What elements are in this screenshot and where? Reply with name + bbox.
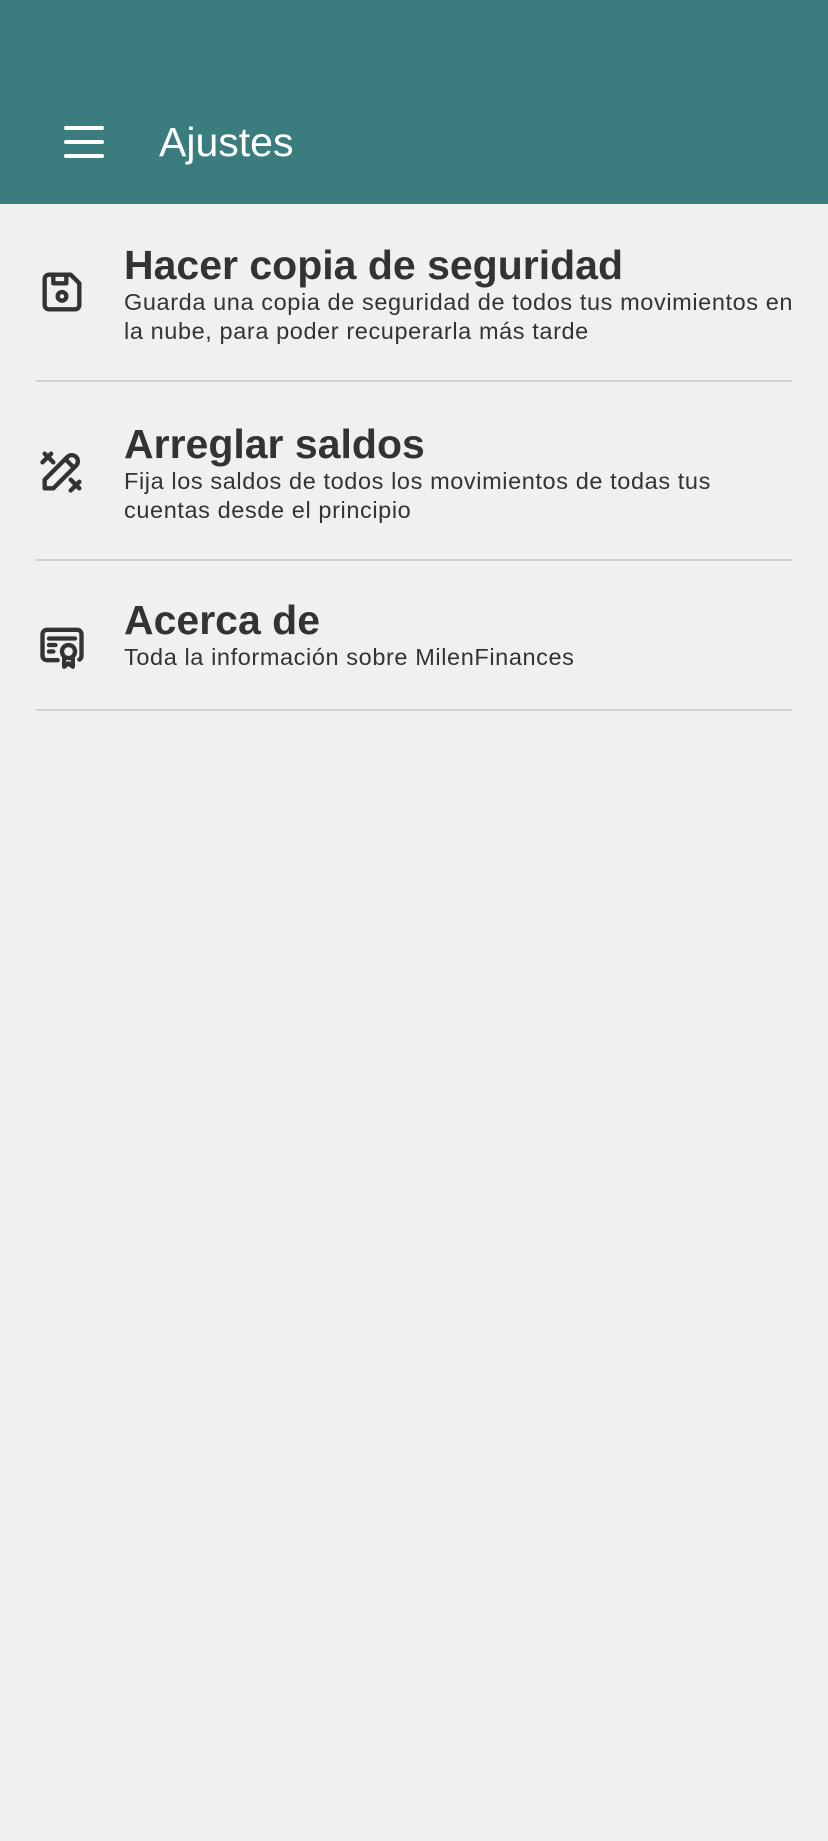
page-title: Ajustes [159,119,294,165]
settings-item-description: Fija los saldos de todos los movimientos… [124,468,711,523]
settings-item-description: Toda la información sobre MilenFinances [124,644,575,670]
certificate-icon [40,627,84,669]
settings-item-title: Acerca de [124,597,321,643]
settings-list: Hacer copia de seguridad Guarda una copi… [0,204,828,711]
settings-item-about[interactable]: Acerca de Toda la información sobre Mile… [0,561,828,711]
settings-item-description: Guarda una copia de seguridad de todos t… [124,289,794,344]
settings-item-title: Arreglar saldos [124,421,425,467]
settings-item-backup[interactable]: Hacer copia de seguridad Guarda una copi… [0,204,828,382]
menu-button[interactable] [52,110,116,174]
settings-item-title: Hacer copia de seguridad [124,242,624,288]
floppy-disk-icon [42,272,82,312]
hamburger-menu-icon [64,126,104,158]
ruler-pencil-icon [40,451,82,493]
app-bar: Ajustes [0,0,828,204]
settings-item-fix-balances[interactable]: Arreglar saldos Fija los saldos de todos… [0,382,828,561]
divider [36,709,792,711]
